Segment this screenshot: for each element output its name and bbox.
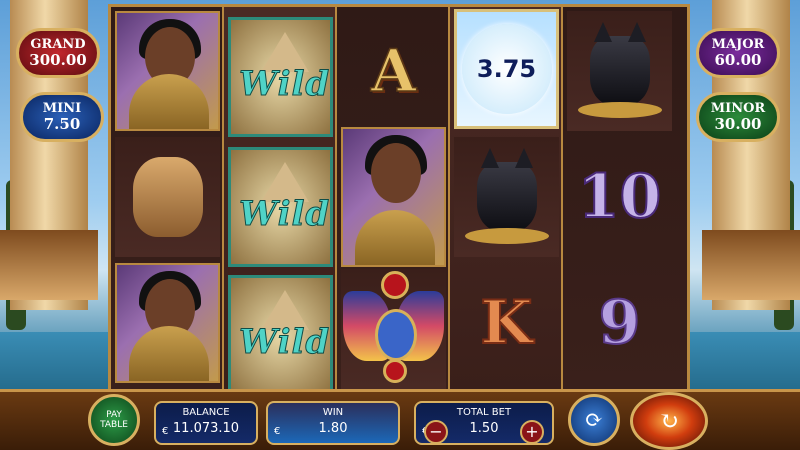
symbol-wild: Wild <box>228 147 333 267</box>
jackpot-minor-label: MINOR <box>710 100 766 116</box>
jackpot-minor: MINOR 30.00 <box>696 92 780 142</box>
currency-symbol: € <box>162 426 169 437</box>
jackpot-mini-value: 7.50 <box>43 114 81 133</box>
symbol-coin: 3.75 <box>454 9 559 129</box>
bet-decrease-button[interactable]: − <box>424 420 448 444</box>
symbol-queen <box>341 127 446 267</box>
total-bet-label: TOTAL BET <box>456 407 512 418</box>
jackpot-grand: GRAND 300.00 <box>16 28 100 78</box>
letter-k: K <box>479 287 533 359</box>
spin-icon: ↻ <box>658 407 680 435</box>
reel-5: 10 9 <box>563 7 687 391</box>
balance-label: BALANCE <box>182 407 230 418</box>
win-value: 1.80 <box>318 421 348 436</box>
reel-2: Wild Wild Wild <box>224 7 337 395</box>
jackpot-minor-value: 30.00 <box>714 114 762 133</box>
coin-value: 3.75 <box>476 55 537 83</box>
win-panel: WIN 1.80 € <box>266 401 400 445</box>
jackpot-mini: MINI 7.50 <box>20 92 104 142</box>
jackpot-grand-label: GRAND <box>30 36 86 52</box>
balance-value: 11.073.10 <box>172 421 240 436</box>
letter-a: A <box>370 36 417 106</box>
jackpot-major-value: 60.00 <box>714 50 762 69</box>
reel-3: A <box>337 7 450 391</box>
paytable-button[interactable]: PAY TABLE <box>88 394 140 446</box>
spin-button[interactable]: ↻ <box>630 392 708 450</box>
symbol-wild: Wild <box>228 17 333 137</box>
symbol-cat <box>567 11 672 131</box>
reel-grid: Wild Wild Wild A 3.75 K 10 9 <box>108 4 690 395</box>
symbol-9: 9 <box>567 263 672 383</box>
symbol-scarab <box>341 269 446 389</box>
balance-panel: BALANCE 11.073.10 € <box>154 401 258 445</box>
wild-text: Wild <box>239 64 331 105</box>
number-9: 9 <box>598 287 642 359</box>
symbol-letter-a: A <box>341 11 446 131</box>
jackpot-major: MAJOR 60.00 <box>696 28 780 78</box>
jackpot-grand-value: 300.00 <box>29 50 87 69</box>
paytable-label: PAY TABLE <box>100 410 128 430</box>
symbol-queen <box>115 11 220 131</box>
jackpot-major-label: MAJOR <box>711 36 765 52</box>
right-column-base <box>702 230 800 300</box>
autoplay-button[interactable]: ⟳ <box>568 394 620 446</box>
symbol-wild: Wild <box>228 275 333 395</box>
symbol-letter-k: K <box>454 263 559 383</box>
win-label: WIN <box>322 407 344 418</box>
coin-icon: 3.75 <box>461 24 552 114</box>
wild-text: Wild <box>239 322 331 363</box>
reel-1 <box>111 7 224 391</box>
bet-increase-button[interactable]: + <box>520 420 544 444</box>
left-column-base <box>0 230 98 300</box>
symbol-lioness <box>115 137 220 257</box>
jackpot-mini-label: MINI <box>42 100 82 116</box>
wild-text: Wild <box>239 194 331 235</box>
currency-symbol: € <box>274 426 281 437</box>
symbol-10: 10 <box>567 137 672 257</box>
reel-4: 3.75 K <box>450 7 563 391</box>
symbol-cat <box>454 137 559 257</box>
symbol-queen <box>115 263 220 383</box>
autoplay-icon: ⟳ <box>584 407 604 433</box>
number-10: 10 <box>577 161 662 233</box>
